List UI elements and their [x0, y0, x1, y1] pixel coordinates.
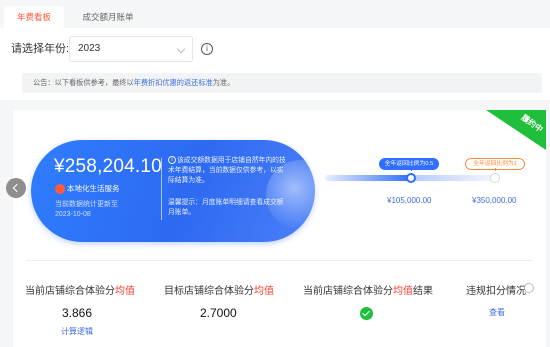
- target-score-value: 2.7000: [200, 306, 237, 320]
- notice-prefix: 公告：以下看板供参考，最终以: [33, 78, 134, 87]
- check-circle-icon: [360, 307, 373, 320]
- threshold-amount-1: ¥105,000.00: [387, 196, 432, 205]
- service-logo-icon: [55, 184, 65, 195]
- score-result-label: 当前店铺综合体验分均值结果: [303, 282, 433, 297]
- score-result-label-hl: 均值: [393, 286, 413, 297]
- blob-divider: [161, 158, 162, 220]
- target-score-label-prefix: 目标店铺综合体验分: [164, 286, 254, 297]
- target-score-label-hl: 均值: [254, 286, 274, 297]
- score-result-label-suffix: 结果: [413, 286, 433, 297]
- year-select[interactable]: 2023: [69, 36, 193, 62]
- tip-main-text: 该成交额数据用于店铺自然年内的技术年费结算，当前数据仅供参考，以实际结算为准。: [168, 157, 286, 184]
- update-info: 当前数据统计更新至 2023-10-08: [55, 200, 118, 220]
- service-name: 本地化生活服务: [67, 184, 120, 193]
- threshold-amount-2: ¥350,000.00: [472, 196, 517, 205]
- tab-annual-fee-board[interactable]: 年费看板: [4, 6, 64, 28]
- notice-link[interactable]: 年费折扣优惠的返还标准: [134, 78, 213, 87]
- notice-suffix: 为准。: [212, 78, 235, 87]
- progress-track-filled: [325, 175, 411, 181]
- chevron-left-icon[interactable]: [6, 178, 26, 198]
- tab-monthly-bill[interactable]: 成交额月账单: [66, 6, 150, 28]
- update-date: 2023-10-08: [55, 211, 91, 218]
- view-violation-link[interactable]: 查看: [489, 307, 505, 318]
- threshold-badge-1: 全年返回比例为0.5: [379, 158, 439, 170]
- current-score-label-prefix: 当前店铺综合体验分: [25, 286, 115, 297]
- current-score-value: 3.866: [62, 306, 93, 320]
- info-icon: i: [168, 156, 176, 164]
- tip-warm: 温馨提示：月度账单明细请查看成交额月账单。: [168, 199, 284, 216]
- status-ribbon: 履约中: [486, 110, 546, 150]
- info-icon[interactable]: [524, 283, 534, 293]
- calc-logic-link[interactable]: 计算逻辑: [61, 326, 93, 337]
- current-score-label-hl: 均值: [115, 286, 135, 297]
- total-amount: ¥258,204.10: [54, 156, 162, 177]
- section-divider: [26, 260, 533, 261]
- score-result-label-prefix: 当前店铺综合体验分: [303, 286, 393, 297]
- fee-card: 履约中 ¥258,204.10 本地化生活服务 当前数据统计更新至 2023-1…: [6, 110, 546, 347]
- year-select-value: 2023: [78, 43, 101, 54]
- progress-endpoint: [490, 173, 500, 183]
- tab-bar: 年费看板 成交额月账单: [0, 0, 550, 28]
- update-label: 当前数据统计更新至: [55, 201, 118, 208]
- notice-banner: 公告：以下看板供参考，最终以年费折扣优惠的返还标准为准。: [22, 73, 542, 93]
- chevron-down-icon: [176, 44, 186, 54]
- tip-main: i 该成交额数据用于店铺自然年内的技术年费结算，当前数据仅供参考，以实际结算为准。: [168, 156, 288, 186]
- year-label: 请选择年份:: [11, 43, 70, 55]
- progress-track-remaining: [411, 175, 497, 181]
- progress-knob: [406, 173, 416, 183]
- amount-blob: ¥258,204.10 本地化生活服务 当前数据统计更新至 2023-10-08…: [31, 140, 336, 242]
- target-score-label: 目标店铺综合体验分均值: [164, 282, 274, 297]
- current-score-label: 当前店铺综合体验分均值: [25, 282, 135, 297]
- filter-panel: 请选择年份: 2023 i 公告：以下看板供参考，最终以年费折扣优惠的返还标准为…: [0, 28, 550, 100]
- violation-label: 违规扣分情况: [466, 286, 526, 297]
- service-row: 本地化生活服务: [55, 183, 120, 195]
- info-icon[interactable]: i: [201, 43, 213, 55]
